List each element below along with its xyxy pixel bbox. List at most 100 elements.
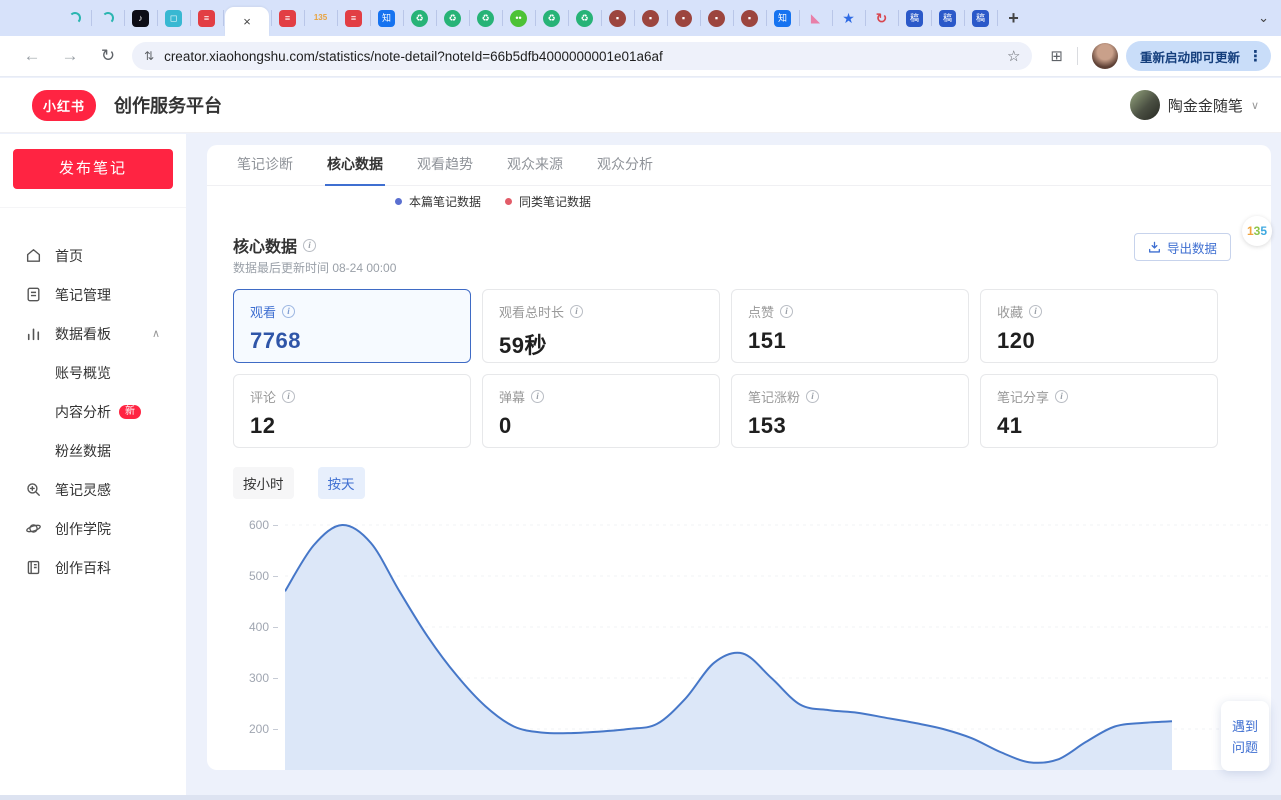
stat-label: 观看总时长i (499, 302, 703, 321)
area-chart-canvas (285, 510, 1270, 770)
browser-tab-26[interactable]: 稿 (931, 0, 964, 36)
bookmark-star-icon[interactable]: ☆ (1007, 47, 1020, 65)
sidebar-item-home[interactable]: 首页 (0, 236, 186, 275)
stat-card-1[interactable]: 观看总时长i59秒 (482, 289, 720, 363)
browser-tab-12[interactable]: ♻ (469, 0, 502, 36)
user-menu[interactable]: 陶金金随笔 ∨ (1130, 90, 1259, 120)
sidebar-subitem-content-analysis[interactable]: 内容分析新 (0, 392, 186, 431)
browser-tab-4[interactable]: ≡ (190, 0, 223, 36)
info-icon[interactable]: i (780, 305, 793, 318)
address-bar[interactable]: ⇅ creator.xiaohongshu.com/statistics/not… (132, 42, 1032, 70)
browser-tab-19[interactable]: ▪ (700, 0, 733, 36)
info-icon[interactable]: i (531, 390, 544, 403)
browser-tab-11[interactable]: ♻ (436, 0, 469, 36)
sidebar-item-wiki[interactable]: 创作百科 (0, 548, 186, 587)
xiaohongshu-logo[interactable]: 小红书 (32, 90, 96, 121)
by-hour-button[interactable]: 按小时 (233, 467, 294, 499)
browser-active-tab[interactable]: × (225, 7, 269, 36)
chrome-menu-icon[interactable]: ⋮ (1248, 47, 1263, 65)
browser-tab-17[interactable]: ▪ (634, 0, 667, 36)
browser-tab-27[interactable]: 稿 (964, 0, 997, 36)
browser-tab-8[interactable]: ≡ (337, 0, 370, 36)
url-text[interactable]: creator.xiaohongshu.com/statistics/note-… (164, 49, 1007, 64)
close-icon[interactable]: × (243, 14, 251, 29)
browser-tab-23[interactable]: ★ (832, 0, 865, 36)
extensions-icon[interactable]: ⊞ (1050, 47, 1063, 65)
browser-tab-13[interactable]: •• (502, 0, 535, 36)
legend-similar-notes-label: 同类笔记数据 (519, 193, 591, 210)
info-icon[interactable]: i (570, 305, 583, 318)
sidebar-item-dashboard[interactable]: 数据看板∧ (0, 314, 186, 353)
browser-tab-25[interactable]: 稿 (898, 0, 931, 36)
stat-card-5[interactable]: 弹幕i0 (482, 374, 720, 448)
browser-tab-6[interactable]: ≡ (271, 0, 304, 36)
stat-card-7[interactable]: 笔记分享i41 (980, 374, 1218, 448)
browser-profile-avatar[interactable] (1092, 43, 1118, 69)
browser-tab-20[interactable]: ▪ (733, 0, 766, 36)
stat-card-3[interactable]: 收藏i120 (980, 289, 1218, 363)
tab-audience-source[interactable]: 观众来源 (505, 145, 565, 186)
browser-tab-18[interactable]: ▪ (667, 0, 700, 36)
new-tab-button[interactable]: + (997, 0, 1030, 36)
chrome-update-button[interactable]: 重新启动即可更新 ⋮ (1126, 41, 1271, 71)
tab-core-data[interactable]: 核心数据 (325, 145, 385, 186)
tab-overflow-chevron-icon[interactable]: ⌄ (1258, 0, 1269, 36)
stat-value: 41 (997, 413, 1201, 439)
tab-view-trend[interactable]: 观看趋势 (415, 145, 475, 186)
info-icon[interactable]: i (282, 390, 295, 403)
tab-audience-analysis[interactable]: 观众分析 (595, 145, 655, 186)
bulb-icon (25, 481, 42, 498)
info-icon[interactable]: i (303, 239, 316, 252)
tab-favicon-icon: 135 (314, 14, 327, 22)
tab-diagnosis[interactable]: 笔记诊断 (235, 145, 295, 186)
browser-tab-0[interactable] (58, 0, 91, 36)
browser-tab-14[interactable]: ♻ (535, 0, 568, 36)
stat-card-0[interactable]: 观看i7768 (233, 289, 471, 363)
browser-tab-2[interactable]: ♪ (124, 0, 157, 36)
new-tab-plus-icon: + (1008, 9, 1019, 27)
stat-card-4[interactable]: 评论i12 (233, 374, 471, 448)
feedback-helper-widget[interactable]: 遇到 问题 (1221, 701, 1269, 771)
stat-card-6[interactable]: 笔记涨粉i153 (731, 374, 969, 448)
sidebar-item-inspiration[interactable]: 笔记灵感 (0, 470, 186, 509)
browser-tab-9[interactable]: 知 (370, 0, 403, 36)
sidebar-item-notes[interactable]: 笔记管理 (0, 275, 186, 314)
browser-tab-22[interactable]: ◣ (799, 0, 832, 36)
browser-tab-3[interactable]: ◻ (157, 0, 190, 36)
browser-tab-7[interactable]: 135 (304, 0, 337, 36)
by-day-button[interactable]: 按天 (318, 467, 365, 499)
sidebar-item-academy[interactable]: 创作学院 (0, 509, 186, 548)
sidebar-subitem-fans-data[interactable]: 粉丝数据 (0, 431, 186, 470)
browser-tab-1[interactable] (91, 0, 124, 36)
stat-card-2[interactable]: 点赞i151 (731, 289, 969, 363)
export-label: 导出数据 (1167, 238, 1217, 257)
browser-tab-strip: ♪◻≡×≡135≡知♻♻♻••♻♻▪▪▪▪▪知◣★↻稿稿稿+ ⌄ (0, 0, 1281, 36)
browser-tab-15[interactable]: ♻ (568, 0, 601, 36)
granularity-toggle: 按小时 按天 (233, 467, 365, 499)
y-axis-tick: 400 (234, 620, 278, 634)
editor-135-floating-badge[interactable]: 135 (1242, 216, 1272, 246)
back-icon[interactable]: ← (18, 42, 46, 70)
tab-favicon-icon: ♪ (132, 10, 149, 27)
browser-tab-24[interactable]: ↻ (865, 0, 898, 36)
tab-favicon-icon: •• (510, 10, 527, 27)
info-icon[interactable]: i (282, 305, 295, 318)
forward-icon[interactable]: → (56, 42, 84, 70)
browser-tab-16[interactable]: ▪ (601, 0, 634, 36)
info-icon[interactable]: i (1029, 305, 1042, 318)
reload-icon[interactable]: ↻ (94, 42, 122, 70)
browser-tab-21[interactable]: 知 (766, 0, 799, 36)
view-trend-chart: 600500400300200 (207, 510, 1271, 770)
publish-note-button[interactable]: 发布笔记 (13, 149, 173, 189)
site-controls-icon[interactable]: ⇅ (144, 49, 154, 63)
browser-tab-10[interactable]: ♻ (403, 0, 436, 36)
badge-135-digit: 3 (1254, 224, 1261, 238)
export-data-button[interactable]: 导出数据 (1134, 233, 1231, 261)
info-icon[interactable]: i (806, 390, 819, 403)
sidebar-subitem-account-overview[interactable]: 账号概览 (0, 353, 186, 392)
info-icon[interactable]: i (1055, 390, 1068, 403)
user-avatar[interactable] (1130, 90, 1160, 120)
chevron-up-icon[interactable]: ∧ (152, 327, 160, 340)
browser-tab-active[interactable]: × (223, 0, 271, 36)
page-title: 创作服务平台 (114, 92, 222, 118)
